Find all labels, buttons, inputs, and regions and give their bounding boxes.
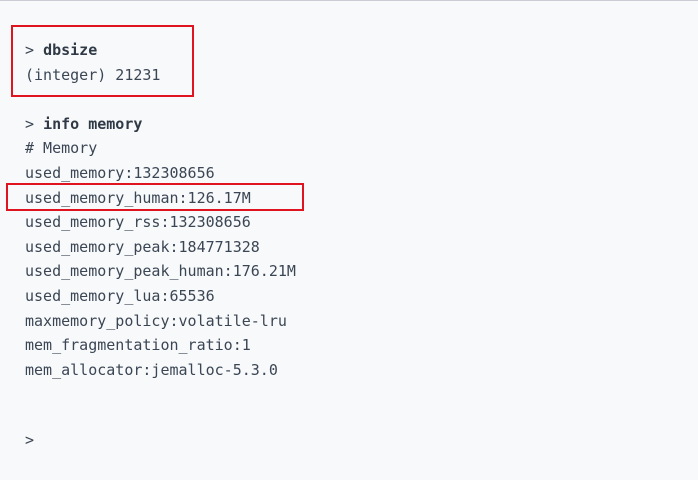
command-dbsize: dbsize: [43, 41, 98, 59]
memory-line-used-memory-lua: used_memory_lua:65536: [25, 286, 215, 305]
command-line-info-memory: > info memory: [25, 112, 685, 137]
memory-section-header: # Memory: [25, 139, 98, 158]
memory-line-mem-allocator: mem_allocator:jemalloc-5.3.0: [25, 360, 278, 379]
top-border-divider: [0, 0, 698, 1]
result-dbsize: (integer) 21231: [25, 65, 161, 84]
input-prompt[interactable]: >: [25, 428, 34, 452]
prompt-symbol: >: [25, 41, 35, 59]
memory-line-used-memory: used_memory:132308656: [25, 163, 215, 182]
memory-line-used-memory-peak: used_memory_peak:184771328: [25, 237, 260, 256]
command-info-memory: info memory: [43, 114, 143, 133]
console-output: > dbsize (integer) 21231 > info memory #…: [25, 38, 685, 382]
memory-line-used-memory-peak-human: used_memory_peak_human:176.21M: [25, 262, 296, 281]
prompt-symbol: >: [25, 114, 35, 133]
memory-line-used-memory-human: used_memory_human:126.17M: [25, 188, 251, 207]
memory-line-mem-fragmentation-ratio: mem_fragmentation_ratio:1: [25, 336, 251, 355]
memory-line-used-memory-rss: used_memory_rss:132308656: [25, 213, 251, 232]
command-line-dbsize: > dbsize: [25, 38, 685, 63]
memory-line-maxmemory-policy: maxmemory_policy:volatile-lru: [25, 311, 287, 330]
